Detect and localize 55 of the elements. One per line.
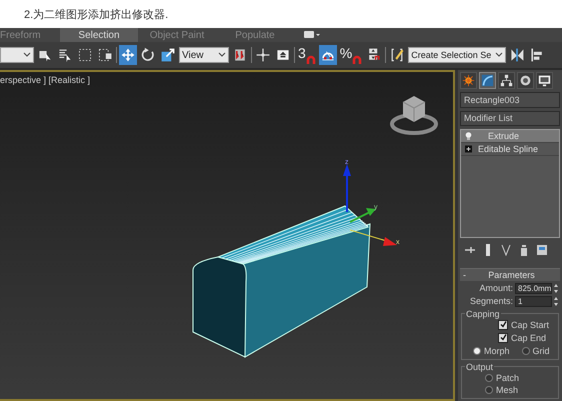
configure-icon[interactable] xyxy=(536,244,548,256)
caption-text: 2.为二维图形添加挤出修改器. xyxy=(23,8,170,22)
radio-label: Mesh xyxy=(496,384,518,395)
checkbox-label: Cap Start xyxy=(511,320,550,330)
checkbox[interactable] xyxy=(498,332,508,343)
magnet-icon xyxy=(352,55,362,65)
radio-button[interactable] xyxy=(485,374,493,382)
dropdown[interactable]: Create Selection Se xyxy=(408,47,506,63)
object-name-field[interactable]: Rectangle003 xyxy=(460,92,560,108)
field-label: Segments: xyxy=(470,296,513,306)
create-icon[interactable] xyxy=(460,72,477,89)
radio-button[interactable] xyxy=(473,346,481,355)
view-cube-icon[interactable] xyxy=(390,96,438,135)
field-label: Amount: xyxy=(479,283,513,294)
radio-button[interactable] xyxy=(522,346,530,355)
radio-button[interactable] xyxy=(485,386,493,394)
radio-label: Grid xyxy=(532,346,550,356)
modify-icon[interactable] xyxy=(479,72,496,89)
rollout-header[interactable]: - Parameters xyxy=(460,268,560,281)
trash-icon[interactable] xyxy=(518,244,530,256)
display-icon[interactable] xyxy=(536,72,553,89)
expand-icon[interactable] xyxy=(465,145,472,154)
collapse-toggle[interactable]: - xyxy=(463,270,466,280)
checkbox-label: Cap End xyxy=(511,332,546,343)
make-unique-icon[interactable] xyxy=(500,244,512,256)
group-title: Capping xyxy=(465,308,501,319)
group-title: Output xyxy=(465,362,494,372)
radio-label: Patch xyxy=(496,372,520,383)
hierarchy-icon[interactable] xyxy=(498,72,515,89)
spinner-icon[interactable] xyxy=(554,296,558,306)
angle-snap-icon[interactable] xyxy=(318,45,337,65)
spinner-icon[interactable] xyxy=(554,284,558,293)
move-icon[interactable] xyxy=(119,45,137,65)
modifier-stack-item[interactable]: Extrude xyxy=(461,130,559,144)
caret-icon xyxy=(495,52,504,58)
extruded-box-drawing[interactable] xyxy=(192,205,371,358)
caret-icon xyxy=(23,52,31,58)
rollout-title: Parameters xyxy=(487,270,536,280)
modifier-list-dropdown[interactable]: Modifier List xyxy=(460,110,560,126)
lightbulb-icon[interactable] xyxy=(465,132,472,140)
snap-toggle-button[interactable]: 3 xyxy=(297,45,317,65)
amount-field[interactable]: 825.0mm xyxy=(515,282,552,294)
ribbon-tab[interactable]: Selection xyxy=(60,28,138,42)
transform-gizmo-drawing[interactable] xyxy=(343,164,397,246)
ribbon-options-icon[interactable] xyxy=(304,31,320,39)
snap-toggle-button[interactable]: % xyxy=(338,45,364,65)
dropdown[interactable]: View xyxy=(179,47,229,63)
radio-label: Morph xyxy=(484,346,510,356)
viewport-label[interactable]: erspective ] [Realistic ] xyxy=(0,75,90,85)
modifier-stack-item[interactable]: Editable Spline xyxy=(461,143,559,156)
caret-icon xyxy=(218,52,226,58)
magnet-icon xyxy=(306,55,316,65)
checkbox[interactable] xyxy=(498,320,508,330)
segments-field[interactable]: 1 xyxy=(515,296,552,307)
motion-icon[interactable] xyxy=(517,72,534,89)
